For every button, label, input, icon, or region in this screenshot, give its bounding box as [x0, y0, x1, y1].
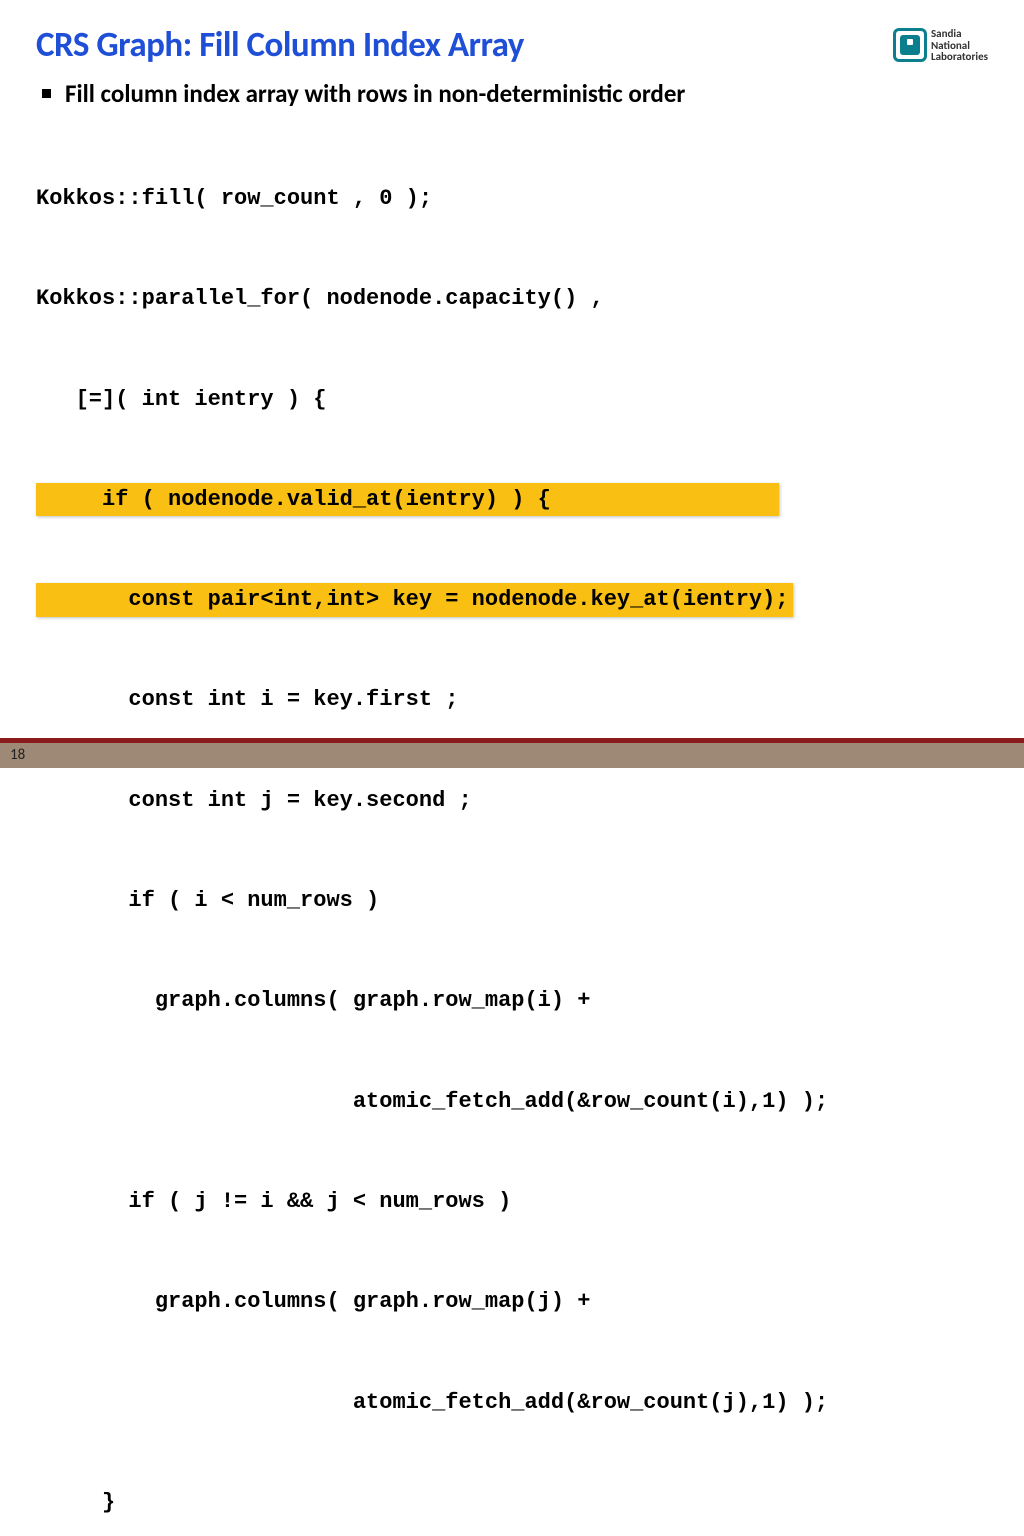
code-line: atomic_fetch_add(&row_count(i),1) ); — [36, 1085, 988, 1118]
code-line: if ( j != i && j < num_rows ) — [36, 1185, 988, 1218]
code-line-highlighted: if ( nodenode.valid_at(ientry) ) { — [36, 483, 988, 516]
code-line: } — [36, 1486, 988, 1519]
code-block: Kokkos::fill( row_count , 0 ); Kokkos::p… — [36, 115, 988, 1536]
code-line: const int i = key.first ; — [36, 683, 988, 716]
code-line: [=]( int ientry ) { — [36, 383, 988, 416]
code-line: graph.columns( graph.row_map(i) + — [36, 984, 988, 1017]
sandia-logo: Sandia National Laboratories — [893, 28, 988, 63]
code-line: if ( i < num_rows ) — [36, 884, 988, 917]
logo-line-3: Laboratories — [931, 51, 988, 63]
bullet-1: Fill column index array with rows in non… — [42, 78, 988, 109]
square-bullet-icon — [42, 89, 51, 98]
code-line: atomic_fetch_add(&row_count(j),1) ); — [36, 1386, 988, 1419]
code-line: Kokkos::fill( row_count , 0 ); — [36, 182, 988, 215]
code-line: graph.columns( graph.row_map(j) + — [36, 1285, 988, 1318]
thunderbird-icon — [893, 28, 927, 62]
slide: CRS Graph: Fill Column Index Array Sandi… — [0, 0, 1024, 768]
slide-title: CRS Graph: Fill Column Index Array — [36, 24, 524, 66]
highlight-span: const pair<int,int> key = nodenode.key_a… — [36, 583, 793, 616]
header: CRS Graph: Fill Column Index Array Sandi… — [36, 24, 988, 66]
code-line-highlighted: const pair<int,int> key = nodenode.key_a… — [36, 583, 988, 616]
code-line: Kokkos::parallel_for( nodenode.capacity(… — [36, 282, 988, 315]
logo-label: Sandia National Laboratories — [931, 28, 988, 63]
footer-stripe: 18 — [0, 738, 1024, 768]
highlight-span: if ( nodenode.valid_at(ientry) ) { — [36, 483, 779, 516]
page-number: 18 — [10, 746, 25, 764]
bullet-1-text: Fill column index array with rows in non… — [65, 78, 685, 109]
logo-line-1: Sandia — [931, 28, 988, 40]
code-line: const int j = key.second ; — [36, 784, 988, 817]
